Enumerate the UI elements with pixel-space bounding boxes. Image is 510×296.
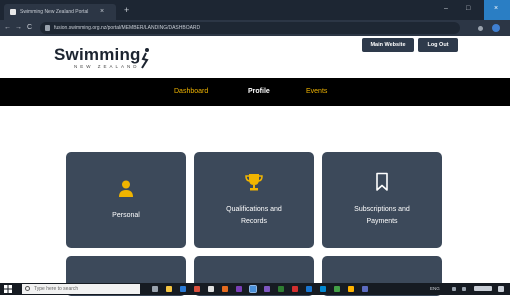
nav-item-dashboard[interactable]: Dashboard xyxy=(174,87,208,97)
app-icon-5[interactable] xyxy=(264,286,270,292)
bookmark-icon xyxy=(376,172,388,191)
dashboard-content: Personal Qualifications and Records Subs… xyxy=(0,106,510,296)
app-icon-7[interactable] xyxy=(292,286,298,292)
app-icon-3[interactable] xyxy=(222,286,228,292)
extension-icon[interactable] xyxy=(478,26,483,31)
card-qualifications[interactable]: Qualifications and Records xyxy=(194,152,314,248)
main-nav: Dashboard Profile Events xyxy=(0,78,510,106)
main-website-button[interactable]: Main Website xyxy=(362,38,414,52)
url-input[interactable]: fusion.swimming.org.nz/portal/MEMBER/LAN… xyxy=(40,22,460,34)
nav-item-profile[interactable]: Profile xyxy=(248,87,270,97)
logo-subtext: NEW ZEALAND xyxy=(74,64,140,69)
reload-icon[interactable]: C xyxy=(27,22,32,34)
windows-start-icon[interactable] xyxy=(4,285,12,293)
task-view-icon[interactable] xyxy=(152,286,158,292)
app-icon-10[interactable] xyxy=(334,286,340,292)
window-close-button[interactable]: × xyxy=(484,0,510,20)
url-text: fusion.swimming.org.nz/portal/MEMBER/LAN… xyxy=(54,25,201,31)
search-icon xyxy=(25,286,30,291)
app-icon-9[interactable] xyxy=(320,286,326,292)
lock-icon xyxy=(45,25,50,31)
person-icon xyxy=(119,180,133,197)
edge-icon[interactable] xyxy=(180,286,186,292)
tray-language[interactable]: ENG xyxy=(430,285,440,293)
minimize-icon[interactable]: – xyxy=(444,3,448,15)
app-icon-1[interactable] xyxy=(194,286,200,292)
trophy-icon xyxy=(245,174,263,191)
nav-item-events[interactable]: Events xyxy=(306,87,327,97)
taskbar-search-placeholder: Type here to search xyxy=(34,286,79,292)
card-personal-label: Personal xyxy=(112,212,140,219)
address-bar-row: ← → C fusion.swimming.org.nz/portal/MEMB… xyxy=(0,20,510,36)
card-subscriptions-label-2: Payments xyxy=(366,218,398,225)
card-qualifications-label-1: Qualifications and xyxy=(226,206,282,213)
tab-close-icon[interactable]: × xyxy=(100,6,104,18)
close-icon: × xyxy=(494,5,499,12)
card-personal[interactable]: Personal xyxy=(66,152,186,248)
browser-tab-bar: Swimming New Zealand Portal × + – □ × xyxy=(0,0,510,20)
back-icon[interactable]: ← xyxy=(4,22,11,34)
app-icon-6[interactable] xyxy=(278,286,284,292)
maximize-icon[interactable]: □ xyxy=(466,3,470,15)
forward-icon[interactable]: → xyxy=(15,22,22,34)
wifi-icon[interactable] xyxy=(452,287,456,291)
logo-text: Swimming xyxy=(54,45,141,64)
logout-button[interactable]: Log Out xyxy=(418,38,458,52)
browser-tab[interactable]: Swimming New Zealand Portal × xyxy=(4,4,116,20)
app-icon-8[interactable] xyxy=(306,286,312,292)
volume-icon[interactable] xyxy=(462,287,466,291)
notifications-icon[interactable] xyxy=(498,286,504,292)
swimmer-logo-icon xyxy=(141,48,149,69)
app-icon-4[interactable] xyxy=(236,286,242,292)
site-logo[interactable]: Swimming NEW ZEALAND xyxy=(54,46,141,70)
os-taskbar: Type here to search ENG xyxy=(0,283,510,295)
card-qualifications-label-2: Records xyxy=(240,218,268,225)
clock[interactable] xyxy=(474,286,492,291)
app-icon-2[interactable] xyxy=(208,286,214,292)
file-explorer-icon[interactable] xyxy=(166,286,172,292)
new-tab-icon[interactable]: + xyxy=(124,5,129,15)
tab-title: Swimming New Zealand Portal xyxy=(20,9,89,15)
profile-avatar-icon[interactable] xyxy=(492,24,500,32)
app-icon-12[interactable] xyxy=(362,286,368,292)
card-subscriptions-label-1: Subscriptions and xyxy=(354,206,410,213)
chrome-icon[interactable] xyxy=(249,285,257,293)
taskbar-search-input[interactable]: Type here to search xyxy=(22,284,140,294)
favicon-icon xyxy=(10,9,16,15)
app-icon-11[interactable] xyxy=(348,286,354,292)
card-subscriptions[interactable]: Subscriptions and Payments xyxy=(322,152,442,248)
